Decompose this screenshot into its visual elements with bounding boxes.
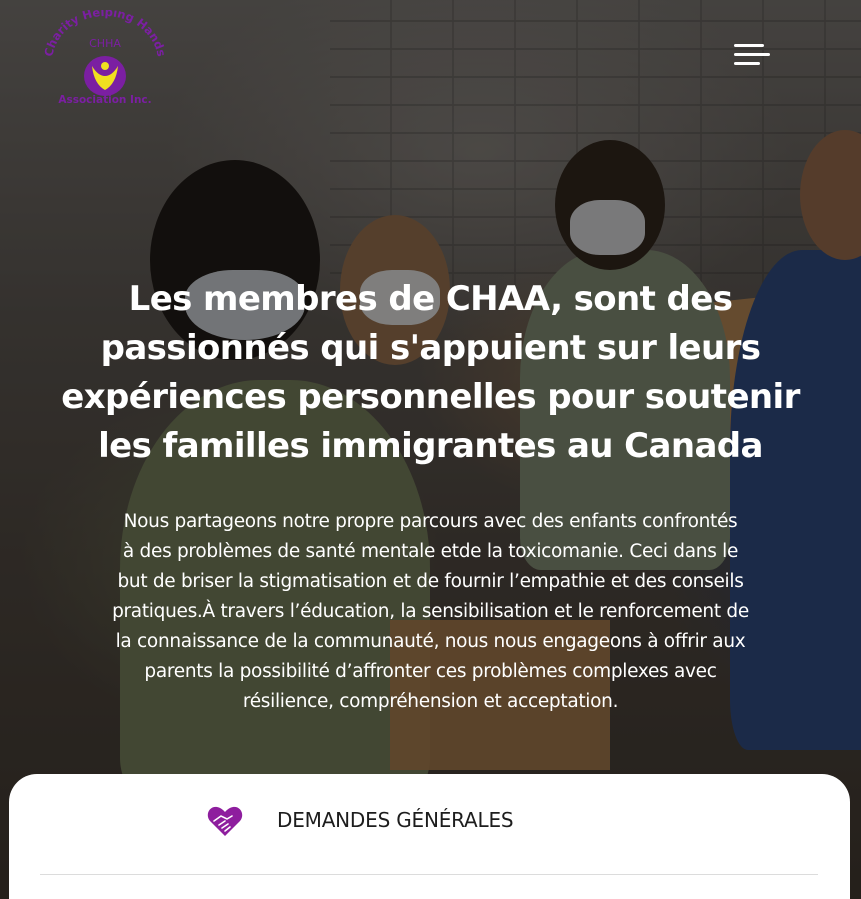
svg-text:Charity Helping Hands: Charity Helping Hands	[41, 10, 168, 58]
hamburger-menu-icon	[734, 61, 760, 65]
intro-line: la connaissance de la communauté, nous n…	[115, 631, 746, 652]
hero-headline-line: expériences personnelles pour soutenir	[61, 377, 800, 417]
hero-headline-line: Les membres de CHAA, sont des	[128, 279, 733, 319]
logo-acronym: CHHA	[89, 37, 121, 50]
hamburger-menu-icon	[734, 43, 764, 47]
intro-line: parents la possibilité d’affronter ces p…	[144, 661, 717, 682]
intro-line: à des problèmes de santé mentale etde la…	[122, 541, 739, 562]
logo-bottom-text: Association Inc.	[58, 94, 151, 106]
intro-line: but de briser la stigmatisation et de fo…	[117, 571, 744, 592]
general-inquiries-card[interactable]: DEMANDES GÉNÉRALES	[9, 774, 850, 899]
intro-line: pratiques.À travers l’éducation, la sens…	[112, 601, 749, 622]
hamburger-menu-button[interactable]	[734, 36, 774, 72]
card-title: DEMANDES GÉNÉRALES	[277, 808, 514, 832]
heart-handshake-icon	[207, 804, 243, 838]
intro-line: Nous partageons notre propre parcours av…	[123, 511, 738, 532]
site-logo[interactable]: Charity Helping Hands CHHA Association I…	[40, 5, 170, 110]
intro-line: résilience, compréhension et acceptation…	[242, 691, 619, 712]
logo-emblem: Charity Helping Hands CHHA Association I…	[41, 5, 168, 106]
divider	[40, 874, 818, 875]
hero-headline: Les membres de CHAA, sont des passionnés…	[40, 275, 821, 471]
hero-headline-line: les familles immigrantes au Canada	[98, 426, 763, 466]
hero-headline-line: passionnés qui s'appuient sur leurs	[100, 328, 761, 368]
hero-intro-paragraph: Nous partageons notre propre parcours av…	[52, 507, 809, 717]
hamburger-menu-icon	[734, 52, 770, 56]
logo-arc-text: Charity Helping Hands	[41, 5, 168, 58]
